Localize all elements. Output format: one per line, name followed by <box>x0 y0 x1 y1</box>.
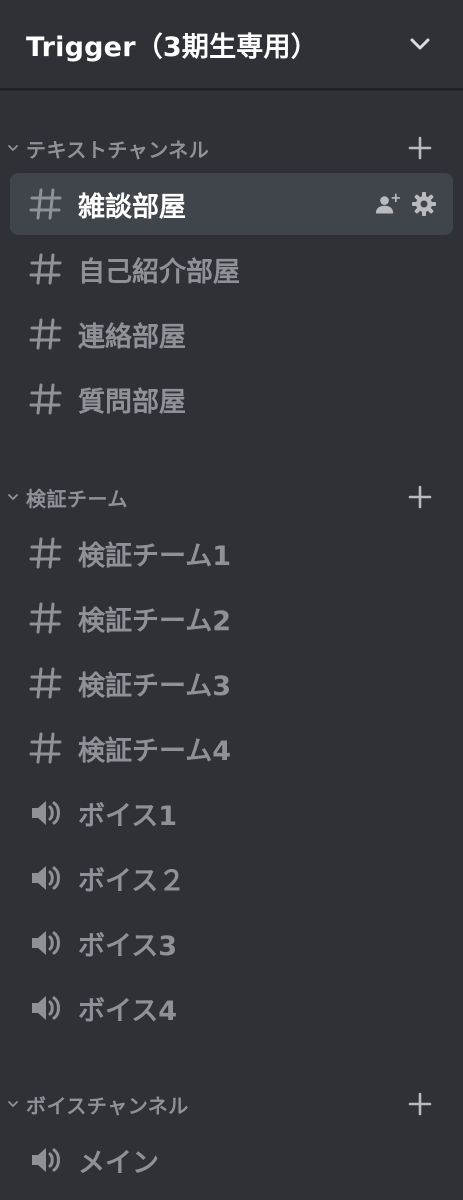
channel-label: 検証チーム1 <box>78 540 231 572</box>
speaker-icon <box>28 990 64 1026</box>
channel-label: 検証チーム4 <box>78 735 231 767</box>
channel-kensho-3[interactable]: 検証チーム3 <box>10 652 453 714</box>
speaker-icon <box>28 795 64 831</box>
chevron-down-icon <box>4 139 22 157</box>
hash-icon <box>28 251 64 287</box>
speaker-icon <box>28 925 64 961</box>
channel-label: ボイス1 <box>78 800 177 832</box>
channel-label: 検証チーム2 <box>78 605 231 637</box>
category-spacer <box>0 433 463 475</box>
channel-jikoshoukai[interactable]: 自己紹介部屋 <box>10 238 453 300</box>
hash-icon <box>28 316 64 352</box>
chevron-down-icon <box>4 1095 22 1113</box>
channel-label: 自己紹介部屋 <box>78 256 240 288</box>
channel-kensho-1[interactable]: 検証チーム1 <box>10 522 453 584</box>
channel-renraku[interactable]: 連絡部屋 <box>10 303 453 365</box>
server-header[interactable]: Trigger（3期生専用） <box>0 0 463 90</box>
channel-label: ボイス２ <box>78 865 186 897</box>
channel-kensho-4[interactable]: 検証チーム4 <box>10 717 453 779</box>
hash-icon <box>28 600 64 636</box>
speaker-icon <box>28 860 64 896</box>
channel-voice-3[interactable]: ボイス3 <box>10 912 453 974</box>
server-name: Trigger（3期生専用） <box>26 31 318 63</box>
add-member-icon[interactable] <box>375 191 401 217</box>
channel-zatsudan[interactable]: 雑談部屋 <box>10 173 453 235</box>
chevron-down-icon[interactable] <box>407 31 433 57</box>
channel-shitsumon[interactable]: 質問部屋 <box>10 368 453 430</box>
category-text-channels[interactable]: テキストチャンネル <box>0 126 463 170</box>
category-label: 検証チーム <box>26 486 128 511</box>
speaker-icon <box>28 1142 64 1178</box>
chevron-down-icon <box>4 488 22 506</box>
channel-label: ボイス3 <box>78 930 177 962</box>
channel-label: 質問部屋 <box>78 386 186 418</box>
category-spacer <box>0 1042 463 1082</box>
category-label: テキストチャンネル <box>26 137 210 162</box>
gear-icon[interactable] <box>411 191 437 217</box>
channel-kensho-2[interactable]: 検証チーム2 <box>10 587 453 649</box>
hash-icon <box>28 186 64 222</box>
channel-label: メイン <box>78 1147 159 1179</box>
category-voice-channels[interactable]: ボイスチャンネル <box>0 1082 463 1126</box>
hash-icon <box>28 535 64 571</box>
plus-icon[interactable] <box>407 1091 433 1117</box>
channel-label: 連絡部屋 <box>78 321 186 353</box>
plus-icon[interactable] <box>407 135 433 161</box>
plus-icon[interactable] <box>407 484 433 510</box>
hash-icon <box>28 665 64 701</box>
channel-label: 雑談部屋 <box>78 191 186 223</box>
channel-voice-1[interactable]: ボイス1 <box>10 782 453 844</box>
channel-voice-2[interactable]: ボイス２ <box>10 847 453 909</box>
hash-icon <box>28 381 64 417</box>
category-label: ボイスチャンネル <box>26 1093 189 1118</box>
channel-label: ボイス4 <box>78 995 177 1027</box>
header-spacer <box>0 90 463 126</box>
channel-label: 検証チーム3 <box>78 670 231 702</box>
channel-main-voice[interactable]: メイン <box>10 1129 453 1191</box>
hash-icon <box>28 730 64 766</box>
channel-sidebar: Trigger（3期生専用） テキストチャンネル 雑談部屋 自己紹介部屋 連絡部… <box>0 0 463 1200</box>
category-kensho-team[interactable]: 検証チーム <box>0 475 463 519</box>
channel-voice-4[interactable]: ボイス4 <box>10 977 453 1039</box>
